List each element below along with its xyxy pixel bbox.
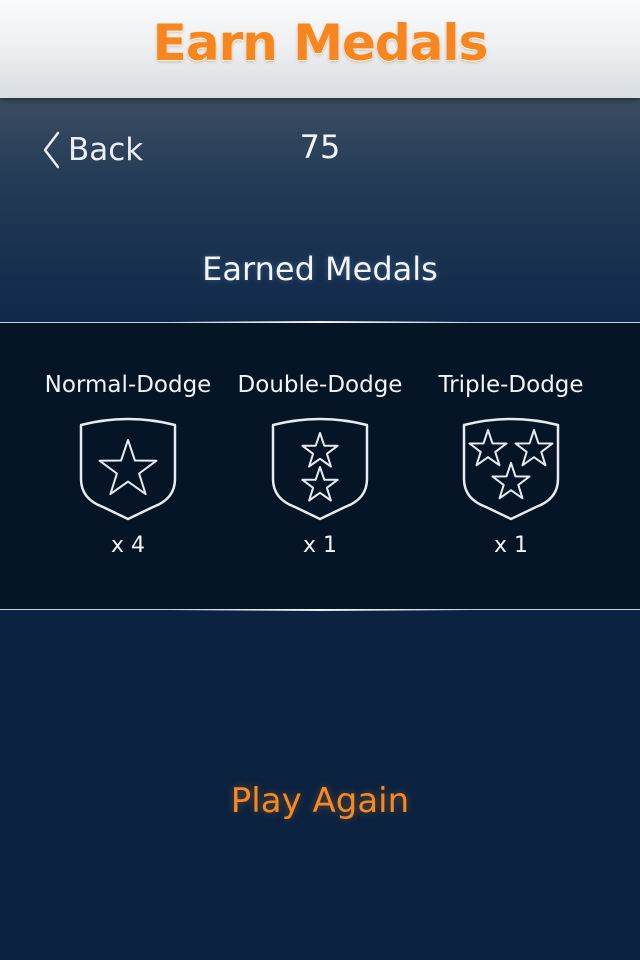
medal-double-dodge: Double-Dodge x 1: [220, 363, 420, 558]
app-header: Earn Medals: [0, 0, 640, 98]
medal-count: x 1: [302, 533, 337, 558]
back-button[interactable]: Back: [40, 128, 143, 172]
one-star-shield-icon: [79, 417, 177, 521]
score-value: 75: [299, 128, 341, 166]
back-label: Back: [68, 132, 144, 168]
medal-count: x 4: [110, 533, 145, 558]
play-again-button[interactable]: Play Again: [170, 776, 470, 826]
medals-panel: Normal-Dodge x 4 Double-Dodge x 1 Triple…: [0, 321, 640, 611]
panel-divider-bottom: [170, 609, 470, 611]
medal-normal-dodge: Normal-Dodge x 4: [28, 363, 228, 558]
medal-triple-dodge: Triple-Dodge x 1: [411, 363, 611, 558]
page-title: Earn Medals: [152, 14, 489, 72]
two-star-shield-icon: [271, 417, 369, 521]
medal-name: Normal-Dodge: [44, 372, 212, 398]
medal-name: Double-Dodge: [237, 372, 403, 398]
chevron-left-icon: [43, 131, 60, 169]
three-star-shield-icon: [462, 417, 560, 521]
medal-name: Triple-Dodge: [438, 372, 584, 398]
section-title: Earned Medals: [202, 250, 438, 288]
panel-divider-top: [170, 321, 470, 323]
medal-count: x 1: [493, 533, 528, 558]
